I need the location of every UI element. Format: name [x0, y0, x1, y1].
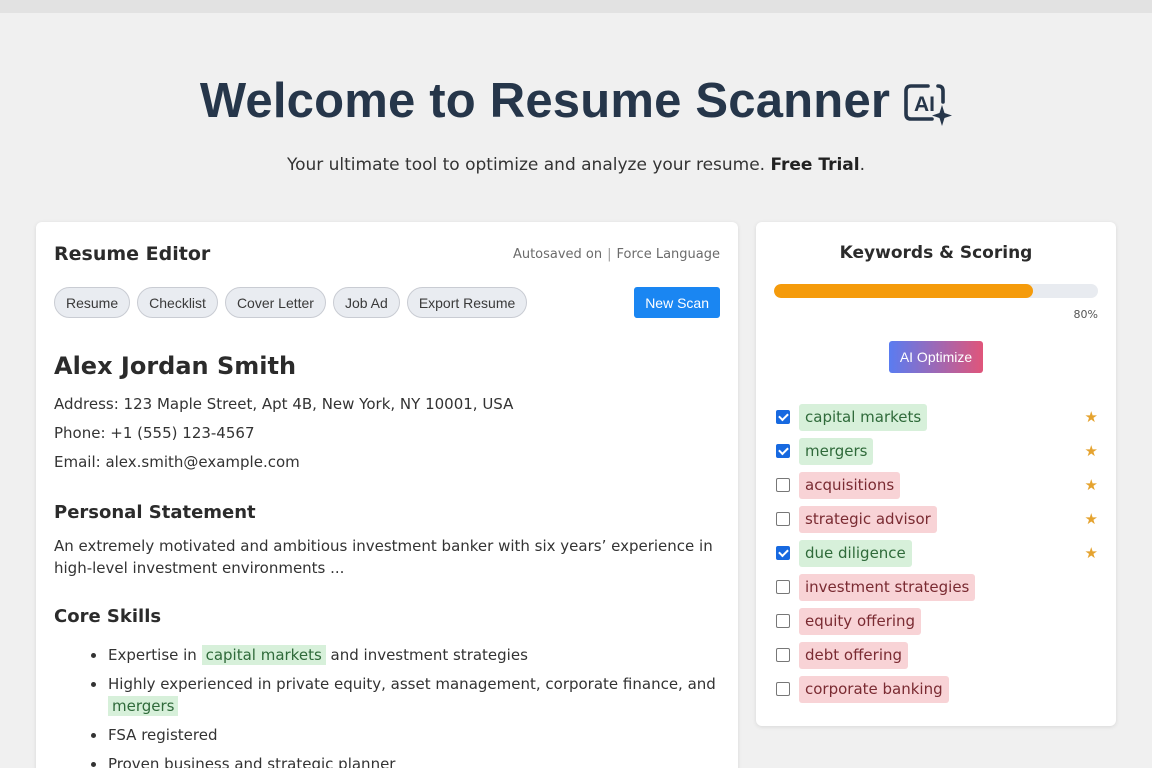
page-title: Welcome to Resume Scanner: [199, 74, 891, 128]
list-item[interactable]: Highly experienced in private equity, as…: [90, 673, 720, 717]
keyword-tag[interactable]: equity offering: [799, 607, 922, 635]
score-progress-fill: [774, 284, 1034, 298]
keyword-tag[interactable]: capital markets: [799, 403, 928, 431]
resume-editor-panel: Resume Editor Autosaved on | Force Languag…: [36, 222, 738, 768]
personal-statement-heading[interactable]: Personal Statement: [54, 502, 256, 523]
skill-text: Proven business and strategic planner: [108, 755, 396, 768]
keyword-checkbox[interactable]: [776, 648, 790, 662]
keyword-checkbox[interactable]: [776, 614, 790, 628]
keyword-checkbox[interactable]: [776, 512, 790, 526]
editor-status: Autosaved on | Force Language: [513, 247, 720, 262]
keyword-checkbox[interactable]: [776, 546, 790, 560]
ai-sparkle-icon: AI: [904, 84, 953, 126]
keyword-tag[interactable]: corporate banking: [799, 675, 949, 703]
free-trial-text: Free Trial: [770, 155, 860, 175]
browser-top-strip: [0, 0, 1152, 13]
editor-title: Resume Editor: [54, 243, 211, 265]
tab-resume[interactable]: Resume: [54, 287, 131, 318]
keyword-checkbox[interactable]: [776, 478, 790, 492]
tab-job-ad[interactable]: Job Ad: [332, 287, 400, 318]
keyword-row: strategic advisor ★: [776, 502, 1098, 536]
star-icon[interactable]: ★: [1085, 510, 1098, 528]
keyword-tag[interactable]: debt offering: [799, 641, 909, 669]
tab-checklist[interactable]: Checklist: [137, 287, 218, 318]
separator: |: [607, 247, 612, 262]
keyword-checkbox[interactable]: [776, 410, 790, 424]
editor-tabs: Resume Checklist Cover Letter Job Ad Exp…: [54, 287, 528, 318]
keyword-row: corporate banking: [776, 672, 1098, 706]
keyword-row: mergers ★: [776, 434, 1098, 468]
keyword-checkbox[interactable]: [776, 580, 790, 594]
keyword-checkbox[interactable]: [776, 682, 790, 696]
keywords-scoring-panel: Keywords & Scoring 80% AI Optimize capit…: [756, 222, 1116, 726]
star-icon[interactable]: ★: [1085, 476, 1098, 494]
star-icon[interactable]: ★: [1085, 408, 1098, 426]
core-skills-heading[interactable]: Core Skills: [54, 606, 161, 627]
star-icon[interactable]: ★: [1085, 544, 1098, 562]
force-language-link[interactable]: Force Language: [617, 247, 720, 262]
autosave-status: Autosaved on: [512, 247, 603, 262]
keyword-highlight: capital markets: [201, 645, 326, 665]
keyword-row: investment strategies: [776, 570, 1098, 604]
skill-text: Expertise in: [108, 646, 202, 664]
resume-email[interactable]: Email: alex.smith@example.com: [54, 453, 300, 471]
keyword-tag[interactable]: mergers: [799, 437, 874, 465]
keyword-tag[interactable]: due diligence: [799, 539, 912, 567]
subtitle-text: Your ultimate tool to optimize and analy…: [286, 155, 766, 175]
list-item[interactable]: FSA registered: [90, 724, 720, 746]
keyword-row: equity offering: [776, 604, 1098, 638]
core-skills-list: Expertise in capital markets and investm…: [90, 644, 720, 768]
score-progress-bar: [774, 284, 1098, 298]
personal-statement-text[interactable]: An extremely motivated and ambitious inv…: [54, 535, 714, 579]
keyword-highlight: mergers: [108, 696, 179, 716]
hero-title: Welcome to Resume Scanner AI: [0, 70, 1152, 132]
keyword-row: acquisitions ★: [776, 468, 1098, 502]
star-icon[interactable]: ★: [1085, 442, 1098, 460]
scoring-title: Keywords & Scoring: [839, 243, 1033, 263]
subtitle: Your ultimate tool to optimize and analy…: [0, 155, 1152, 175]
new-scan-button[interactable]: New Scan: [634, 287, 720, 318]
list-item[interactable]: Expertise in capital markets and investm…: [90, 644, 720, 666]
tab-export-resume[interactable]: Export Resume: [406, 287, 528, 318]
skill-text: Highly experienced in private equity, as…: [108, 675, 716, 693]
keyword-tag[interactable]: investment strategies: [799, 573, 976, 601]
keyword-row: capital markets ★: [776, 400, 1098, 434]
keyword-list: capital markets ★ mergers ★ acquisitions ★ str…: [776, 400, 1098, 706]
list-item[interactable]: Proven business and strategic planner: [90, 753, 720, 768]
resume-phone[interactable]: Phone: +1 (555) 123-4567: [54, 424, 255, 442]
skill-text: and investment strategies: [325, 646, 528, 664]
keyword-tag[interactable]: strategic advisor: [799, 505, 937, 533]
keyword-checkbox[interactable]: [776, 444, 790, 458]
resume-name[interactable]: Alex Jordan Smith: [54, 352, 296, 380]
score-percent: 80%: [1073, 308, 1098, 321]
keyword-row: due diligence ★: [776, 536, 1098, 570]
skill-text: FSA registered: [108, 726, 218, 744]
keyword-row: debt offering: [776, 638, 1098, 672]
subtitle-period: .: [859, 155, 866, 175]
svg-text:AI: AI: [914, 93, 935, 116]
resume-address[interactable]: Address: 123 Maple Street, Apt 4B, New Y…: [54, 395, 513, 413]
ai-optimize-button[interactable]: AI Optimize: [889, 341, 983, 373]
keyword-tag[interactable]: acquisitions: [799, 471, 901, 499]
tab-cover-letter[interactable]: Cover Letter: [224, 287, 326, 318]
